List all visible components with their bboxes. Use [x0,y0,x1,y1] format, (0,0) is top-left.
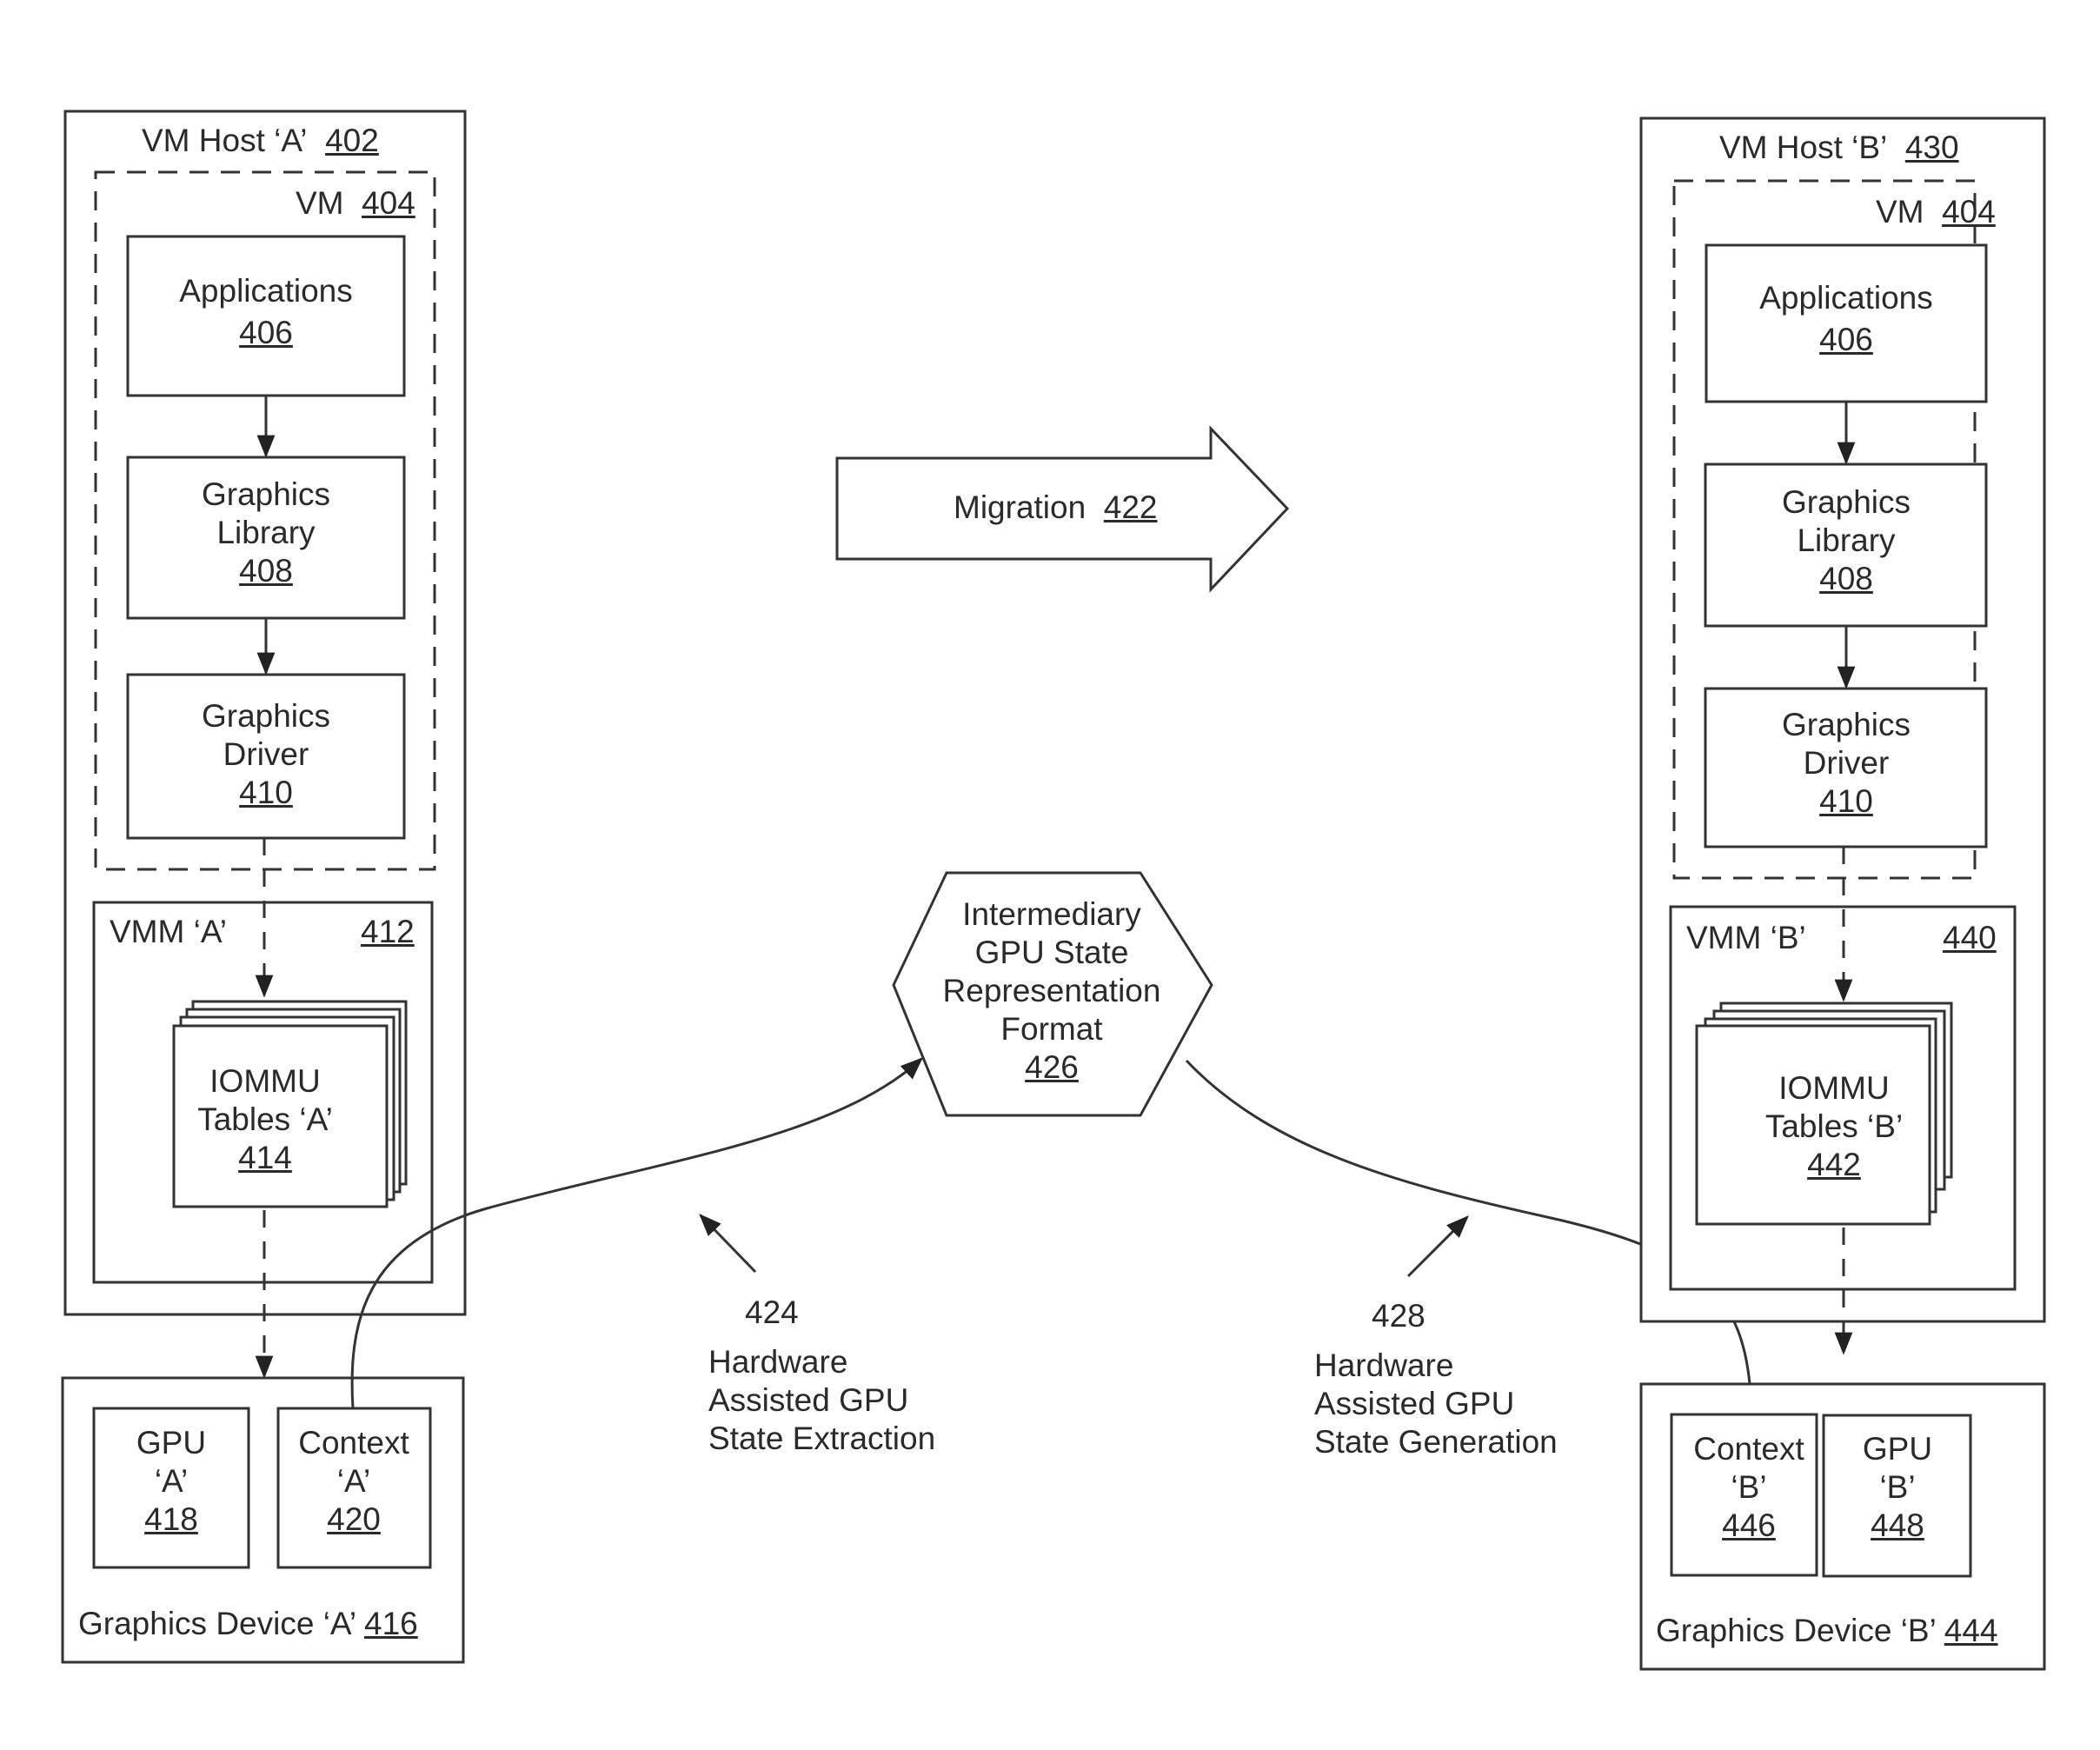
graphics-library-b-ref: 408 [1819,561,1873,596]
generation-label: Hardware Assisted GPU State Generation [1314,1347,1558,1461]
context-a-ref: 420 [327,1501,381,1537]
extraction-label: Hardware Assisted GPU State Extraction [708,1343,935,1458]
vm-b-ref: 404 [1942,194,1996,230]
context-b-line2: ‘B’ [1731,1469,1767,1505]
gpu-a-line2: ‘A’ [154,1463,189,1499]
vm-b-label: VM 404 [1876,193,1996,231]
intermediary-line1: Intermediary [962,896,1141,932]
gpu-a-line1: GPU [136,1425,207,1461]
vm-host-a-title: VM Host ‘A’ [142,123,308,158]
intermediary-line4: Format [1000,1011,1103,1047]
graphics-driver-a-label: Graphics Driver 410 [202,697,330,812]
gpu-b-label: GPU ‘B’ 448 [1863,1430,1932,1545]
pointer-arrow-428 [1406,1215,1469,1278]
gpu-b-line2: ‘B’ [1879,1469,1916,1505]
graphics-library-b-line1: Graphics [1781,484,1911,520]
vmm-b-ref: 440 [1943,920,1997,955]
graphics-library-b-label: Graphics Library 408 [1782,483,1911,598]
vm-b-title: VM [1876,194,1924,230]
intermediary-ref: 426 [1025,1049,1079,1085]
vmm-a-ref: 412 [361,914,415,949]
generation-line3: State Generation [1314,1424,1558,1460]
context-a-line1: Context [298,1425,409,1461]
graphics-driver-a-line2: Driver [223,736,309,772]
extraction-ref: 424 [745,1294,799,1330]
applications-a-title: Applications [179,273,353,309]
gpu-b-line1: GPU [1862,1431,1933,1467]
vm-host-b-title: VM Host ‘B’ [1719,130,1888,165]
graphics-driver-a-line1: Graphics [201,698,331,734]
migration-ref: 422 [1103,489,1158,525]
applications-b-label: Applications 406 [1759,279,1933,359]
vm-a-label: VM 404 [296,184,415,223]
graphics-driver-b-line2: Driver [1803,745,1890,781]
gpu-b-ref: 448 [1871,1507,1924,1543]
graphics-library-a-ref: 408 [239,553,293,589]
vm-host-b-label: VM Host ‘B’ 430 [1719,129,1959,167]
migration-label: Migration 422 [954,489,1157,527]
intermediary-format-label: Intermediary GPU State Representation Fo… [943,895,1161,1087]
graphics-driver-b-ref: 410 [1819,783,1873,819]
applications-b-title: Applications [1759,280,1933,316]
graphics-device-b-title: Graphics Device ‘B’ [1656,1613,1936,1648]
vm-host-a-ref: 402 [325,123,379,158]
vmm-a-title: VMM ‘A’ [110,914,227,949]
iommu-a-ref: 414 [238,1140,292,1175]
iommu-a-line1: IOMMU [209,1063,321,1099]
extraction-line3: State Extraction [708,1421,936,1456]
graphics-driver-b-line1: Graphics [1781,707,1911,742]
pointer-arrow-424 [699,1214,757,1274]
graphics-driver-a-ref: 410 [239,775,293,810]
intermediary-line3: Representation [942,973,1161,1008]
vmm-b-title: VMM ‘B’ [1686,920,1806,955]
iommu-a-line2: Tables ‘A’ [197,1101,333,1137]
graphics-library-a-line1: Graphics [201,476,331,512]
generation-ref: 428 [1372,1298,1425,1334]
graphics-device-b-label: Graphics Device ‘B’ 444 [1656,1612,1997,1650]
generation-line1: Hardware [1314,1347,1454,1383]
graphics-library-a-line2: Library [216,515,316,550]
graphics-driver-b-label: Graphics Driver 410 [1782,706,1911,821]
applications-a-label: Applications 406 [179,272,353,352]
applications-a-ref: 406 [239,315,293,350]
context-b-line1: Context [1693,1431,1804,1467]
intermediary-line2: GPU State [974,935,1129,970]
iommu-b-label: IOMMU Tables ‘B’ 442 [1765,1069,1903,1184]
graphics-device-a-label: Graphics Device ‘A’ 416 [78,1605,418,1643]
generation-line2: Assisted GPU [1314,1386,1515,1421]
context-a-label: Context ‘A’ 420 [298,1424,409,1539]
migration-title: Migration [954,489,1087,525]
context-b-label: Context ‘B’ 446 [1693,1430,1804,1545]
extraction-line2: Assisted GPU [708,1382,909,1418]
context-b-ref: 446 [1722,1507,1776,1543]
vm-host-b-ref: 430 [1904,130,1959,165]
gpu-a-ref: 418 [144,1501,198,1537]
graphics-device-a-title: Graphics Device ‘A’ [78,1606,356,1641]
iommu-b-line2: Tables ‘B’ [1764,1108,1904,1144]
graphics-device-b-ref: 444 [1944,1613,1998,1648]
graphics-library-b-line2: Library [1797,522,1896,558]
graphics-device-a-ref: 416 [364,1606,418,1641]
context-a-line2: ‘A’ [336,1463,371,1499]
vm-host-a-label: VM Host ‘A’ 402 [142,122,379,160]
iommu-b-line1: IOMMU [1778,1070,1890,1106]
vm-a-title: VM [296,185,344,221]
extraction-line1: Hardware [708,1344,848,1380]
iommu-a-label: IOMMU Tables ‘A’ 414 [197,1062,333,1177]
graphics-library-a-label: Graphics Library 408 [202,476,330,590]
vm-a-ref: 404 [362,185,415,221]
iommu-b-ref: 442 [1807,1147,1861,1182]
applications-b-ref: 406 [1819,322,1873,357]
gpu-a-label: GPU ‘A’ 418 [136,1424,206,1539]
